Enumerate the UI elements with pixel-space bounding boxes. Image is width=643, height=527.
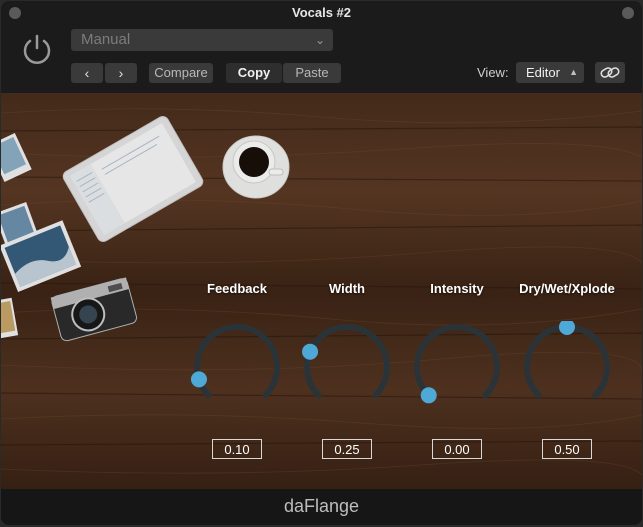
view-value: Editor <box>526 65 560 80</box>
link-button[interactable] <box>595 62 625 83</box>
chevron-right-icon: › <box>118 65 124 81</box>
chevron-left-icon: ‹ <box>84 65 90 81</box>
preset-dropdown[interactable]: Manual ⌄ <box>71 29 333 51</box>
knob-label-width: Width <box>329 281 365 296</box>
previous-preset-button[interactable]: ‹ <box>71 63 103 83</box>
paste-button[interactable]: Paste <box>283 63 341 83</box>
knob-handle[interactable] <box>190 371 207 388</box>
knob-track <box>524 324 610 399</box>
title-bar: Vocals #2 <box>1 1 642 25</box>
link-icon <box>600 67 620 78</box>
knob-label-feedback: Feedback <box>207 281 267 296</box>
close-window-button[interactable] <box>9 7 21 19</box>
power-icon[interactable] <box>19 31 55 67</box>
updown-icon: ▲ <box>569 67 578 77</box>
plugin-name: daFlange <box>283 496 360 516</box>
zoom-window-button[interactable] <box>622 7 634 19</box>
next-preset-button[interactable]: › <box>105 63 137 83</box>
value-field-width[interactable]: 0.25 <box>322 439 372 459</box>
intensity-knob[interactable] <box>407 321 507 417</box>
width-knob[interactable] <box>297 321 397 417</box>
chevron-down-icon: ⌄ <box>314 33 325 47</box>
value-field-intensity[interactable]: 0.00 <box>432 439 482 459</box>
knob-track <box>194 324 280 399</box>
value-field-feedback[interactable]: 0.10 <box>212 439 262 459</box>
value-field-dry-wet-xplode[interactable]: 0.50 <box>542 439 592 459</box>
knob-handle[interactable] <box>559 321 575 335</box>
copy-button[interactable]: Copy <box>226 63 282 83</box>
plugin-footer: daFlange <box>1 489 642 525</box>
compare-button[interactable]: Compare <box>149 63 213 83</box>
knob-track <box>304 324 390 399</box>
plugin-panel: Feedback Width Intensity Dry/Wet/Xplode … <box>1 93 642 489</box>
knob-handle[interactable] <box>302 343 319 360</box>
view-label: View: <box>477 65 509 80</box>
view-selector[interactable]: Editor ▲ <box>516 62 584 83</box>
knob-handle[interactable] <box>420 387 437 404</box>
plugin-window: Vocals #2 Manual ⌄ ‹ › Compare Copy Past… <box>1 1 642 525</box>
knob-label-dry-wet-xplode: Dry/Wet/Xplode <box>519 281 615 296</box>
knob-track <box>414 324 500 399</box>
knob-label-intensity: Intensity <box>430 281 484 296</box>
feedback-knob[interactable] <box>187 321 287 417</box>
dry-wet-xplode-knob[interactable] <box>517 321 617 417</box>
preset-value: Manual <box>81 31 131 48</box>
window-title: Vocals #2 <box>291 5 352 20</box>
